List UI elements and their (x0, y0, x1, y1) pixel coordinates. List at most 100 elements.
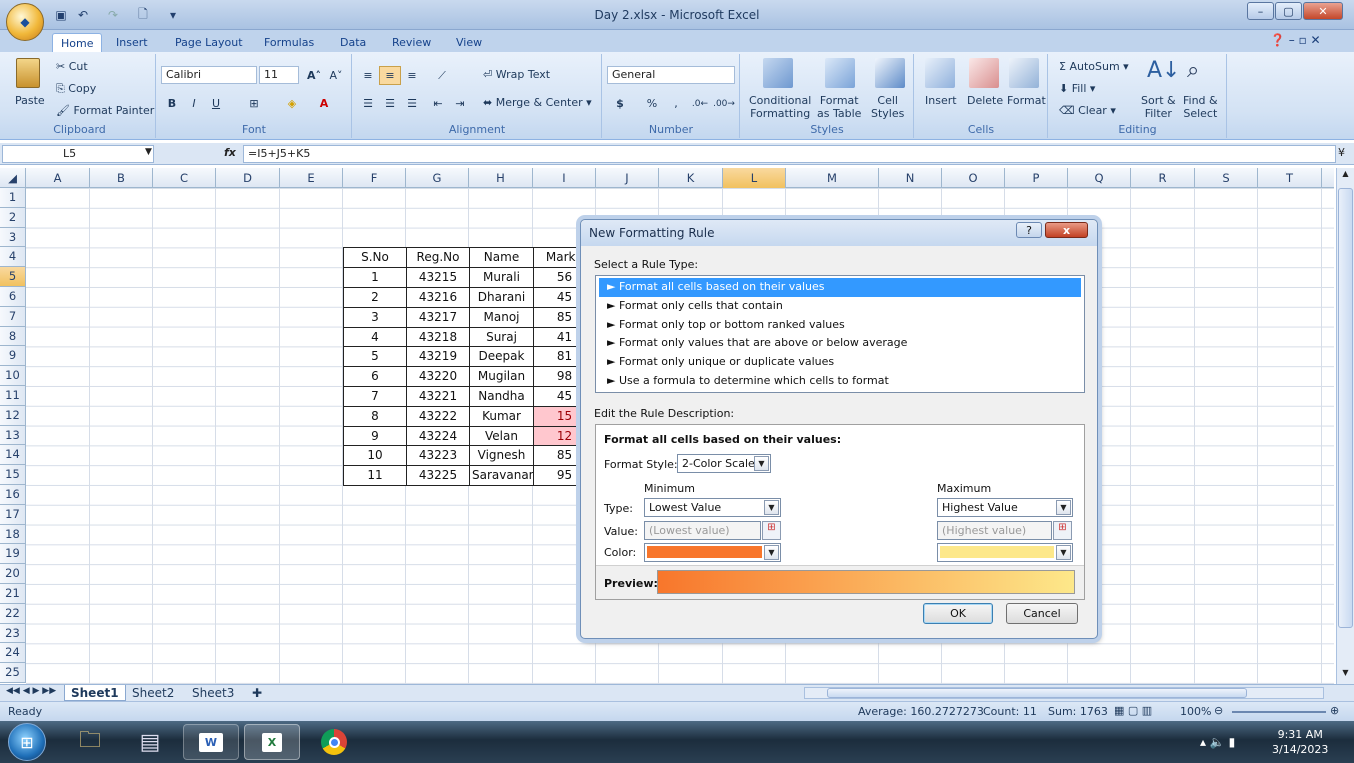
increase-decimal-icon[interactable]: .0← (689, 94, 711, 113)
min-type-dropdown[interactable]: Lowest Value ▼ (644, 498, 781, 517)
table-cell[interactable]: 43222 (406, 405, 469, 427)
table-cell[interactable]: Saravanan (469, 465, 533, 486)
min-color-picker[interactable]: ▼ (644, 543, 781, 562)
table-cell[interactable]: 3 (343, 306, 406, 328)
rule-type-item[interactable]: ► Format only cells that contain (599, 297, 1081, 316)
zoom-level[interactable]: 100% (1180, 705, 1211, 718)
orientation-icon[interactable]: ⟋ (431, 66, 453, 85)
rule-type-item[interactable]: ► Use a formula to determine which cells… (599, 372, 1081, 391)
tab-data[interactable]: Data (332, 33, 374, 52)
row-header-22[interactable]: 22 (0, 603, 26, 624)
horizontal-scrollbar[interactable] (804, 687, 1324, 699)
column-header-r[interactable]: R (1131, 168, 1195, 188)
bold-icon[interactable]: B (161, 94, 183, 113)
row-header-9[interactable]: 9 (0, 346, 26, 367)
min-range-picker-icon[interactable]: ⊞ (762, 521, 781, 540)
increase-indent-icon[interactable]: ⇥ (449, 94, 471, 113)
select-all-corner[interactable]: ◢ (0, 168, 26, 188)
row-header-2[interactable]: 2 (0, 207, 26, 228)
row-header-1[interactable]: 1 (0, 188, 26, 208)
column-header-q[interactable]: Q (1068, 168, 1131, 188)
row-header-24[interactable]: 24 (0, 643, 26, 664)
minimize-button[interactable]: – (1247, 2, 1274, 20)
column-header-s[interactable]: S (1195, 168, 1258, 188)
autosum-button[interactable]: Σ AutoSum ▾ (1059, 60, 1129, 73)
table-cell[interactable]: 43215 (406, 267, 469, 288)
table-header-cell[interactable]: S.No (343, 247, 406, 269)
table-cell[interactable]: 43218 (406, 326, 469, 348)
table-cell[interactable]: Vignesh (469, 445, 533, 467)
table-cell[interactable]: Velan (469, 425, 533, 447)
tab-home[interactable]: Home (52, 33, 103, 53)
find-select-button[interactable]: Find & Select (1183, 94, 1218, 120)
table-header-cell[interactable]: Reg.No (406, 247, 469, 269)
table-cell[interactable]: 2 (343, 287, 406, 308)
row-header-23[interactable]: 23 (0, 623, 26, 644)
table-cell[interactable]: 43216 (406, 287, 469, 308)
format-painter-button[interactable]: 🖌 Format Painter (56, 104, 154, 117)
currency-icon[interactable]: $ (609, 94, 631, 113)
table-cell[interactable]: 11 (343, 465, 406, 486)
table-cell[interactable]: 43221 (406, 386, 469, 407)
horizontal-scroll-thumb[interactable] (827, 688, 1247, 698)
align-bottom-icon[interactable]: ≡ (401, 66, 423, 85)
table-cell[interactable]: 43224 (406, 425, 469, 447)
formula-input[interactable]: =I5+J5+K5 (243, 145, 1336, 163)
column-header-g[interactable]: G (406, 168, 469, 188)
row-header-25[interactable]: 25 (0, 663, 26, 683)
scroll-up-icon[interactable]: ▲ (1338, 169, 1353, 183)
table-header-cell[interactable]: Name (469, 247, 533, 269)
office-button[interactable]: ◆ (6, 3, 44, 41)
max-color-picker[interactable]: ▼ (937, 543, 1073, 562)
insert-cells-button[interactable]: Insert (925, 94, 957, 107)
column-header-b[interactable]: B (90, 168, 153, 188)
rule-type-list[interactable]: ► Format all cells based on their values… (595, 275, 1085, 393)
align-center-icon[interactable]: ☰ (379, 94, 401, 113)
row-header-17[interactable]: 17 (0, 504, 26, 525)
row-header-14[interactable]: 14 (0, 445, 26, 466)
row-header-7[interactable]: 7 (0, 306, 26, 327)
row-header-10[interactable]: 10 (0, 366, 26, 386)
maximize-button[interactable]: ▢ (1275, 2, 1302, 20)
rule-type-item[interactable]: ► Format only values that are above or b… (599, 334, 1081, 353)
row-header-5[interactable]: 5 (0, 267, 26, 287)
merge-center-button[interactable]: ⬌ Merge & Center ▾ (483, 96, 592, 109)
table-cell[interactable]: 43217 (406, 306, 469, 328)
format-cells-button[interactable]: Format (1007, 94, 1046, 107)
shrink-font-icon[interactable]: A˅ (325, 66, 347, 85)
dialog-help-button[interactable]: ? (1016, 222, 1042, 238)
column-header-l[interactable]: L (723, 168, 786, 188)
wrap-text-button[interactable]: ⏎ Wrap Text (483, 68, 550, 81)
table-cell[interactable]: 6 (343, 366, 406, 387)
column-header-e[interactable]: E (280, 168, 343, 188)
table-cell[interactable]: Kumar (469, 405, 533, 427)
row-header-19[interactable]: 19 (0, 544, 26, 565)
column-header-m[interactable]: M (786, 168, 879, 188)
zoom-slider[interactable] (1232, 711, 1326, 713)
cell-styles-icon[interactable] (875, 58, 905, 88)
table-cell[interactable]: Murali (469, 267, 533, 288)
insert-sheet-icon[interactable]: ✚ (246, 685, 268, 701)
column-header-o[interactable]: O (942, 168, 1005, 188)
binoculars-icon[interactable]: ⌕ (1187, 58, 1199, 83)
app-icon[interactable]: ▤ (122, 724, 178, 760)
column-header-f[interactable]: F (343, 168, 406, 188)
zoom-in-icon[interactable]: ⊕ (1330, 704, 1339, 717)
ok-button[interactable]: OK (923, 603, 993, 624)
row-header-18[interactable]: 18 (0, 524, 26, 545)
column-header-c[interactable]: C (153, 168, 216, 188)
insert-cells-icon[interactable] (925, 58, 955, 88)
tab-formulas[interactable]: Formulas (256, 33, 322, 52)
table-cell[interactable]: 9 (343, 425, 406, 447)
format-as-table-icon[interactable] (825, 58, 855, 88)
sheet-nav-icon[interactable]: ◀◀ ◀ ▶ ▶▶ (6, 686, 56, 696)
zoom-out-icon[interactable]: ⊖ (1214, 704, 1223, 717)
comma-icon[interactable]: , (665, 94, 687, 113)
chrome-icon[interactable] (306, 724, 362, 760)
tab-review[interactable]: Review (384, 33, 439, 52)
vertical-scroll-thumb[interactable] (1338, 188, 1353, 628)
copy-button[interactable]: ⎘ Copy (56, 82, 96, 96)
table-cell[interactable]: 43223 (406, 445, 469, 467)
row-header-12[interactable]: 12 (0, 405, 26, 426)
clock[interactable]: 9:31 AM 3/14/2023 (1272, 727, 1328, 757)
